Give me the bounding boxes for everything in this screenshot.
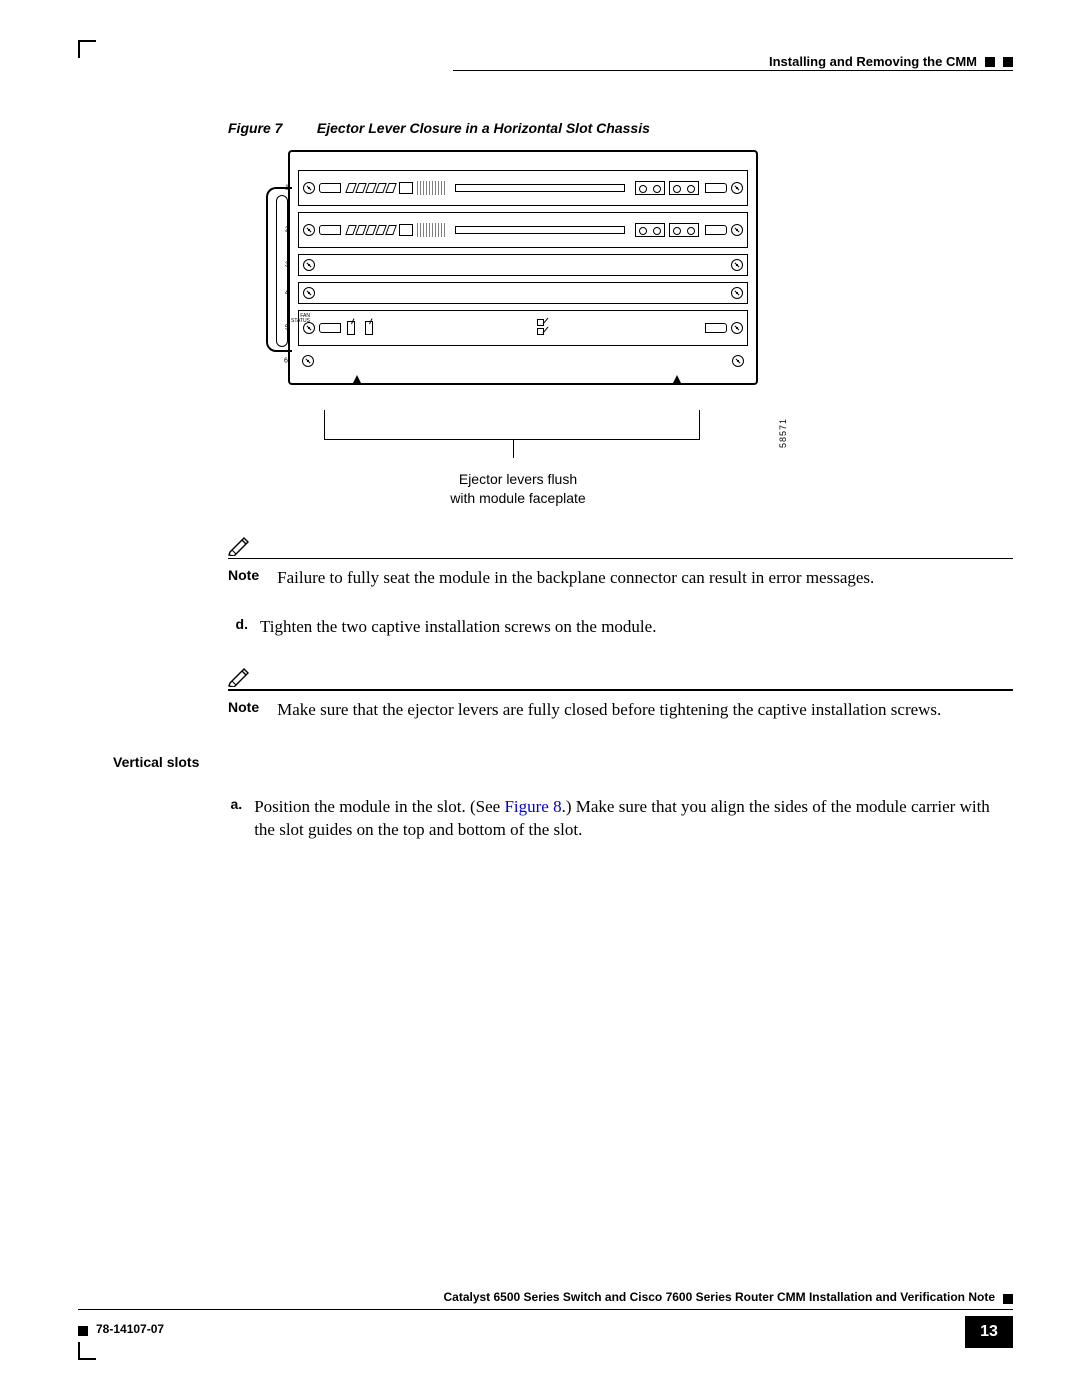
ejector-lever-icon bbox=[705, 225, 727, 235]
note-label: Note bbox=[228, 567, 259, 583]
callout-line bbox=[324, 410, 325, 440]
figure-number: Figure 7 bbox=[228, 120, 313, 136]
running-header: Installing and Removing the CMM bbox=[769, 54, 1013, 69]
callout-arrow-icon bbox=[672, 375, 682, 385]
captive-screw-icon bbox=[731, 182, 743, 194]
crop-mark bbox=[78, 1342, 80, 1360]
crop-mark bbox=[78, 40, 80, 58]
page-number-badge: 13 bbox=[965, 1316, 1013, 1348]
ejector-lever-icon bbox=[705, 323, 727, 333]
captive-screw-icon bbox=[303, 182, 315, 194]
callout-arrow-icon bbox=[352, 375, 362, 385]
subsection-heading: Vertical slots bbox=[113, 754, 1013, 770]
chassis-slot: 6 bbox=[298, 352, 748, 370]
crop-mark bbox=[78, 40, 96, 42]
chassis-slot: 2 bbox=[298, 212, 748, 248]
figure-caption: Ejector Lever Closure in a Horizontal Sl… bbox=[317, 120, 650, 136]
slot-number: 4 bbox=[285, 290, 289, 297]
chassis-slot: 1 bbox=[298, 170, 748, 206]
callout-line bbox=[513, 440, 514, 458]
chassis-slot: 5 bbox=[298, 310, 748, 346]
slot-number: 1 bbox=[285, 185, 289, 192]
ejector-lever-icon bbox=[319, 323, 341, 333]
captive-screw-icon bbox=[731, 322, 743, 334]
chassis-slot: 3 bbox=[298, 254, 748, 276]
captive-screw-icon bbox=[731, 287, 743, 299]
step-text: Position the module in the slot. (See Fi… bbox=[254, 796, 1013, 842]
step-letter: d. bbox=[228, 616, 248, 632]
captive-screw-icon bbox=[303, 322, 315, 334]
captive-screw-icon bbox=[302, 355, 314, 367]
ejector-lever-icon bbox=[705, 183, 727, 193]
note-rule bbox=[228, 558, 1013, 560]
header-rule bbox=[453, 70, 1013, 71]
captive-screw-icon bbox=[731, 259, 743, 271]
chassis-slot: 4 bbox=[298, 282, 748, 304]
footer-doc-title: Catalyst 6500 Series Switch and Cisco 76… bbox=[443, 1290, 995, 1304]
figure-callout-text: Ejector levers flush with module facepla… bbox=[258, 470, 778, 508]
ejector-lever-icon bbox=[319, 183, 341, 193]
slot-number: 3 bbox=[285, 262, 289, 269]
note-text: Failure to fully seat the module in the … bbox=[277, 567, 874, 590]
figure-illustration: FANSTATUS 1 2 bbox=[258, 150, 778, 410]
footer-rule bbox=[78, 1309, 1013, 1310]
decorative-square bbox=[1003, 57, 1013, 67]
decorative-square bbox=[1003, 1294, 1013, 1304]
note-pencil-icon bbox=[228, 536, 252, 556]
captive-screw-icon bbox=[731, 224, 743, 236]
note-pencil-icon bbox=[228, 667, 252, 687]
figure-heading: Figure 7 Ejector Lever Closure in a Hori… bbox=[228, 120, 1013, 136]
note-block: Note Failure to fully seat the module in… bbox=[228, 536, 1013, 590]
step-item: a. Position the module in the slot. (See… bbox=[228, 796, 1013, 842]
step-text: Tighten the two captive installation scr… bbox=[260, 616, 656, 639]
header-section-title: Installing and Removing the CMM bbox=[769, 54, 977, 69]
step-letter: a. bbox=[228, 796, 242, 812]
slot-number: 6 bbox=[284, 358, 288, 365]
callout-line bbox=[699, 410, 700, 440]
crop-mark bbox=[78, 1358, 96, 1360]
captive-screw-icon bbox=[303, 224, 315, 236]
ejector-lever-icon bbox=[319, 225, 341, 235]
captive-screw-icon bbox=[303, 287, 315, 299]
decorative-square bbox=[985, 57, 995, 67]
note-rule bbox=[228, 689, 1013, 691]
slot-number: 5 bbox=[285, 325, 289, 332]
step-item: d. Tighten the two captive installation … bbox=[228, 616, 1013, 639]
note-label: Note bbox=[228, 699, 259, 715]
slot-number: 2 bbox=[285, 227, 289, 234]
note-block: Note Make sure that the ejector levers a… bbox=[228, 667, 1013, 721]
callout-line bbox=[324, 439, 700, 440]
figure-cross-reference-link[interactable]: Figure 8 bbox=[504, 797, 561, 816]
figure-part-number: 58571 bbox=[778, 418, 788, 448]
captive-screw-icon bbox=[732, 355, 744, 367]
note-text: Make sure that the ejector levers are fu… bbox=[277, 699, 941, 722]
decorative-square bbox=[78, 1326, 88, 1336]
footer-doc-number: 78-14107-07 bbox=[96, 1322, 164, 1336]
captive-screw-icon bbox=[303, 259, 315, 271]
